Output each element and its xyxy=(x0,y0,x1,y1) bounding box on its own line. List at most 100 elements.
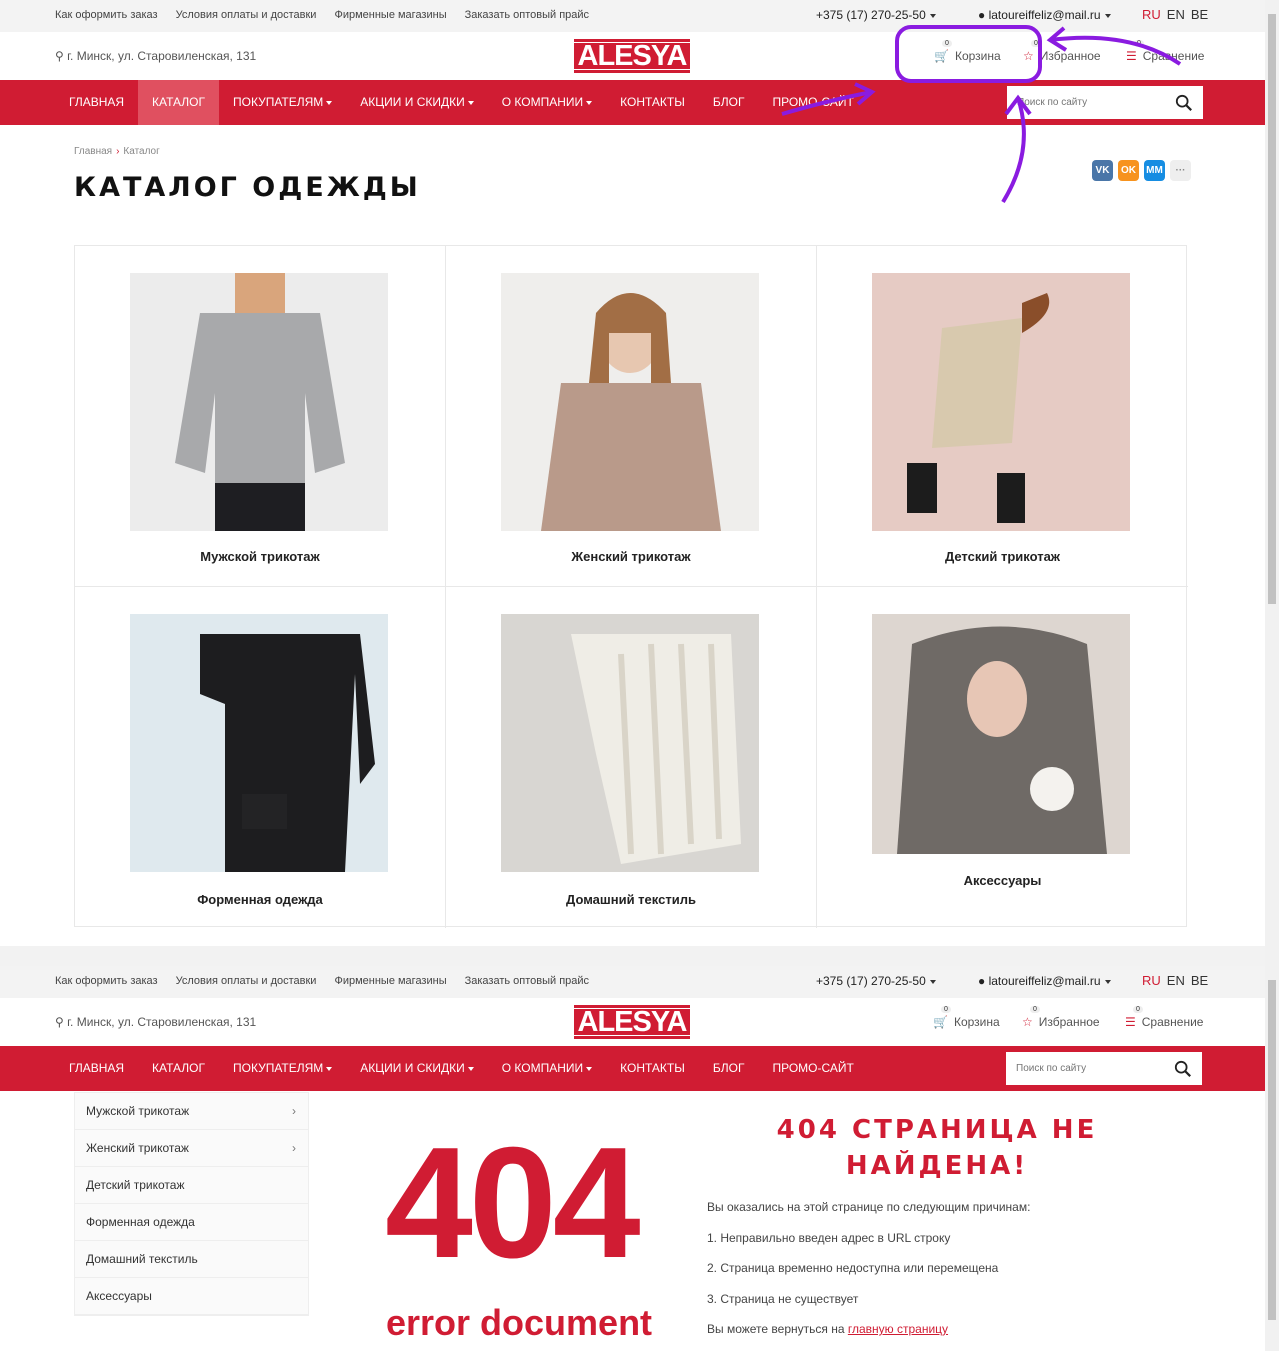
scrollbar-thumb[interactable] xyxy=(1268,980,1276,1320)
account-dropdown[interactable]: ● latoureiffeliz@mail.ru xyxy=(978,974,1111,988)
chevron-down-icon xyxy=(467,1066,474,1071)
nav-sales[interactable]: АКЦИИ И СКИДКИ xyxy=(346,80,487,125)
top-link-payment[interactable]: Условия оплаты и доставки xyxy=(176,975,317,987)
nav-blog[interactable]: БЛОГ xyxy=(699,1046,759,1091)
chevron-down-icon xyxy=(586,100,593,105)
lang-ru[interactable]: RU xyxy=(1142,973,1161,988)
top-link-payment[interactable]: Условия оплаты и доставки xyxy=(176,9,317,21)
sidebar-item-kids[interactable]: Детский трикотаж xyxy=(75,1167,308,1204)
more-icon[interactable]: ··· xyxy=(1170,160,1191,181)
catalog-sidebar: Мужской трикотаж › Женский трикотаж › Детс… xyxy=(74,1092,309,1316)
cart-count: 0 xyxy=(941,1006,951,1013)
catalog-card-title: Мужской трикотаж xyxy=(200,549,320,564)
cart-label: Корзина xyxy=(954,49,1001,63)
address-text: г. Минск, ул. Старовиленская, 131 xyxy=(67,49,257,63)
sidebar-item-women[interactable]: Женский трикотаж › xyxy=(75,1130,308,1167)
scrollbar-thumb[interactable] xyxy=(1268,14,1276,604)
sidebar-item-label: Детский трикотаж xyxy=(86,1178,185,1192)
cart-count: 0 xyxy=(942,40,952,47)
sidebar-item-label: Мужской трикотаж xyxy=(86,1104,190,1118)
chevron-down-icon xyxy=(1104,13,1111,18)
favorites-count: 0 xyxy=(1030,1006,1040,1013)
nav-about[interactable]: О КОМПАНИИ xyxy=(488,80,606,125)
vk-icon[interactable]: VK xyxy=(1092,160,1113,181)
top-link-stores[interactable]: Фирменные магазины xyxy=(334,9,446,21)
catalog-card-women[interactable]: Женский трикотаж xyxy=(446,246,817,587)
nav-home[interactable]: ГЛАВНАЯ xyxy=(55,1046,138,1091)
nav-catalog[interactable]: КАТАЛОГ xyxy=(138,1046,219,1091)
compare-link[interactable]: ☰ 0 Сравнение xyxy=(1125,1006,1204,1029)
nav-customers[interactable]: ПОКУПАТЕЛЯМ xyxy=(219,80,346,125)
map-pin-icon: ⚲ xyxy=(55,1015,64,1029)
sidebar-item-men[interactable]: Мужской трикотаж › xyxy=(75,1093,308,1130)
language-switcher: RU EN BE xyxy=(1142,7,1208,22)
compare-link[interactable]: ☰ 0 Сравнение xyxy=(1126,40,1204,63)
lang-en[interactable]: EN xyxy=(1167,7,1185,22)
catalog-card-uniform[interactable]: Форменная одежда xyxy=(75,587,446,928)
nav-promo[interactable]: ПРОМО-САЙТ xyxy=(758,80,867,125)
search-input[interactable] xyxy=(1007,86,1167,119)
favorites-link[interactable]: ☆ 0 Избранное xyxy=(1022,1006,1100,1029)
favorites-link[interactable]: ☆ 0 Избранное xyxy=(1023,40,1101,63)
catalog-card-kids[interactable]: Детский трикотаж xyxy=(817,246,1188,587)
logo[interactable]: ALESYA xyxy=(574,39,690,73)
compare-label: Сравнение xyxy=(1141,1015,1204,1029)
sidebar-item-uniform[interactable]: Форменная одежда xyxy=(75,1204,308,1241)
nav-contacts[interactable]: КОНТАКТЫ xyxy=(606,1046,699,1091)
cart-icon: 🛒 0 xyxy=(934,40,952,63)
top-link-price[interactable]: Заказать оптовый прайс xyxy=(465,975,589,987)
catalog-card-title: Форменная одежда xyxy=(197,892,323,907)
nav-catalog[interactable]: КАТАЛОГ xyxy=(138,80,220,125)
search-icon[interactable] xyxy=(1175,94,1193,112)
mailru-icon[interactable]: MM xyxy=(1144,160,1165,181)
nav-blog[interactable]: БЛОГ xyxy=(699,80,759,125)
cart-link[interactable]: 🛒 0 Корзина xyxy=(934,40,1001,63)
catalog-card-textile[interactable]: Домашний текстиль xyxy=(446,587,817,928)
nav-contacts[interactable]: КОНТАКТЫ xyxy=(606,80,699,125)
share-buttons: VK OK MM ··· xyxy=(1092,160,1191,181)
top-link-price[interactable]: Заказать оптовый прайс xyxy=(465,9,589,21)
search-input[interactable] xyxy=(1006,1052,1166,1085)
account-dropdown[interactable]: ● latoureiffeliz@mail.ru xyxy=(978,8,1111,22)
kids-knitwear-image xyxy=(872,273,1130,531)
nav-promo[interactable]: ПРОМО-САЙТ xyxy=(758,1046,867,1091)
nav-about[interactable]: О КОМПАНИИ xyxy=(488,1046,606,1091)
catalog-card-accessories[interactable]: Аксессуары xyxy=(817,587,1188,928)
women-knitwear-image xyxy=(501,273,759,531)
ok-icon[interactable]: OK xyxy=(1118,160,1139,181)
phone-dropdown[interactable]: +375 (17) 270-25-50 xyxy=(816,8,936,22)
user-icon: ● xyxy=(978,8,986,22)
nav-customers[interactable]: ПОКУПАТЕЛЯМ xyxy=(219,1046,346,1091)
catalog-card-men[interactable]: Мужской трикотаж xyxy=(75,246,446,587)
user-icon: ● xyxy=(978,974,986,988)
lang-ru[interactable]: RU xyxy=(1142,7,1161,22)
logo[interactable]: ALESYA xyxy=(574,1005,690,1039)
favorites-count: 0 xyxy=(1031,40,1041,47)
lang-be[interactable]: BE xyxy=(1191,7,1208,22)
header: ⚲ г. Минск, ул. Старовиленская, 131 ALES… xyxy=(0,998,1265,1046)
screen-separator xyxy=(0,946,1265,966)
sidebar-item-accessories[interactable]: Аксессуары xyxy=(75,1278,308,1315)
top-link-order[interactable]: Как оформить заказ xyxy=(55,975,158,987)
top-link-stores[interactable]: Фирменные магазины xyxy=(334,975,446,987)
chevron-right-icon: › xyxy=(292,1104,296,1118)
top-link-order[interactable]: Как оформить заказ xyxy=(55,9,158,21)
home-link[interactable]: главную страницу xyxy=(848,1322,948,1336)
scrollbar[interactable] xyxy=(1265,966,1279,1351)
lang-be[interactable]: BE xyxy=(1191,973,1208,988)
men-knitwear-image xyxy=(130,273,388,531)
lang-en[interactable]: EN xyxy=(1167,973,1185,988)
scrollbar[interactable] xyxy=(1265,0,1279,966)
phone-dropdown[interactable]: +375 (17) 270-25-50 xyxy=(816,974,936,988)
nav-sales[interactable]: АКЦИИ И СКИДКИ xyxy=(346,1046,487,1091)
nav-home[interactable]: ГЛАВНАЯ xyxy=(55,80,138,125)
back-prefix: Вы можете вернуться на xyxy=(707,1322,848,1336)
breadcrumb-current: Каталог xyxy=(123,146,160,157)
search-icon[interactable] xyxy=(1174,1060,1192,1078)
favorites-label: Избранное xyxy=(1038,1015,1100,1029)
breadcrumb-home[interactable]: Главная xyxy=(74,146,112,157)
compare-icon: ☰ 0 xyxy=(1125,1006,1143,1029)
sidebar-item-textile[interactable]: Домашний текстиль xyxy=(75,1241,308,1278)
home-textile-image xyxy=(501,614,759,872)
cart-link[interactable]: 🛒 0 Корзина xyxy=(933,1006,1000,1029)
